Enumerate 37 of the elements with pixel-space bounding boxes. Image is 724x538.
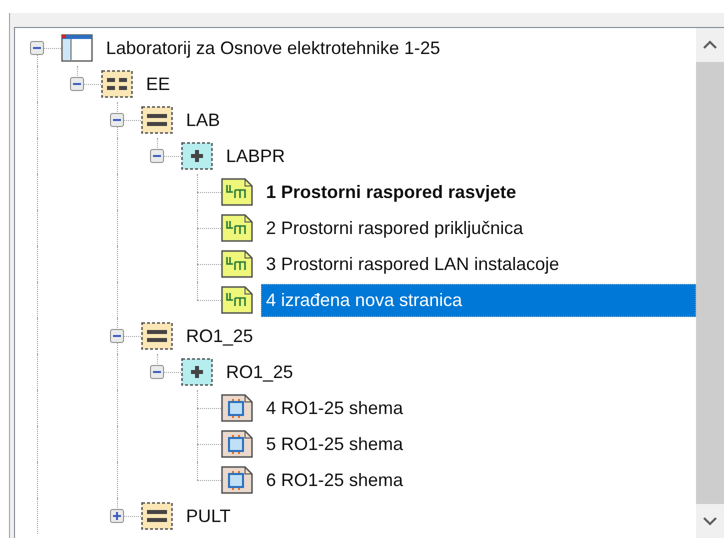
plus-group-icon [181, 142, 213, 170]
tree-item[interactable]: 6 RO1-25 shema [261, 464, 408, 496]
window-icon [61, 34, 93, 62]
tree-item[interactable]: RO1_25 [221, 356, 298, 388]
folder-icon [141, 106, 173, 134]
scroll-up-icon[interactable] [702, 40, 718, 50]
tree-item[interactable]: Laboratorij za Osnove elektrotehnike 1-25 [101, 32, 446, 64]
tree-item[interactable]: 5 RO1-25 shema [261, 428, 408, 460]
schematic-page-icon [221, 430, 253, 458]
expand-icon[interactable] [110, 509, 124, 523]
collapse-icon[interactable] [150, 149, 164, 163]
scroll-down-icon[interactable] [702, 516, 718, 526]
plus-group-icon [181, 358, 213, 386]
folder-icon [141, 322, 173, 350]
floor-plan-page-icon [221, 214, 253, 242]
tree-item[interactable]: EE [141, 68, 176, 100]
tree-item[interactable]: PULT [181, 500, 236, 532]
tree-item[interactable]: 1 Prostorni raspored rasvjete [261, 176, 522, 208]
collapse-icon[interactable] [70, 77, 84, 91]
tree-item[interactable]: LAB [181, 104, 226, 136]
collapse-icon[interactable] [110, 329, 124, 343]
collapse-icon[interactable] [150, 365, 164, 379]
collapse-icon[interactable] [110, 113, 124, 127]
tree-item[interactable]: 4 izrađena nova stranica [261, 284, 696, 316]
schematic-page-icon [221, 466, 253, 494]
floor-plan-page-icon [221, 286, 253, 314]
tree-item[interactable]: 3 Prostorni raspored LAN instalacoje [261, 248, 564, 280]
tree-item[interactable]: 4 RO1-25 shema [261, 392, 408, 424]
grid-folder-icon [101, 70, 133, 98]
tree-item[interactable]: RO1_25 [181, 320, 258, 352]
tree-item[interactable]: LABPR [221, 140, 290, 172]
tree-item[interactable]: 2 Prostorni raspored priključnica [261, 212, 528, 244]
folder-icon [141, 502, 173, 530]
collapse-icon[interactable] [30, 41, 44, 55]
schematic-page-icon [221, 394, 253, 422]
floor-plan-page-icon [221, 250, 253, 278]
floor-plan-page-icon [221, 178, 253, 206]
